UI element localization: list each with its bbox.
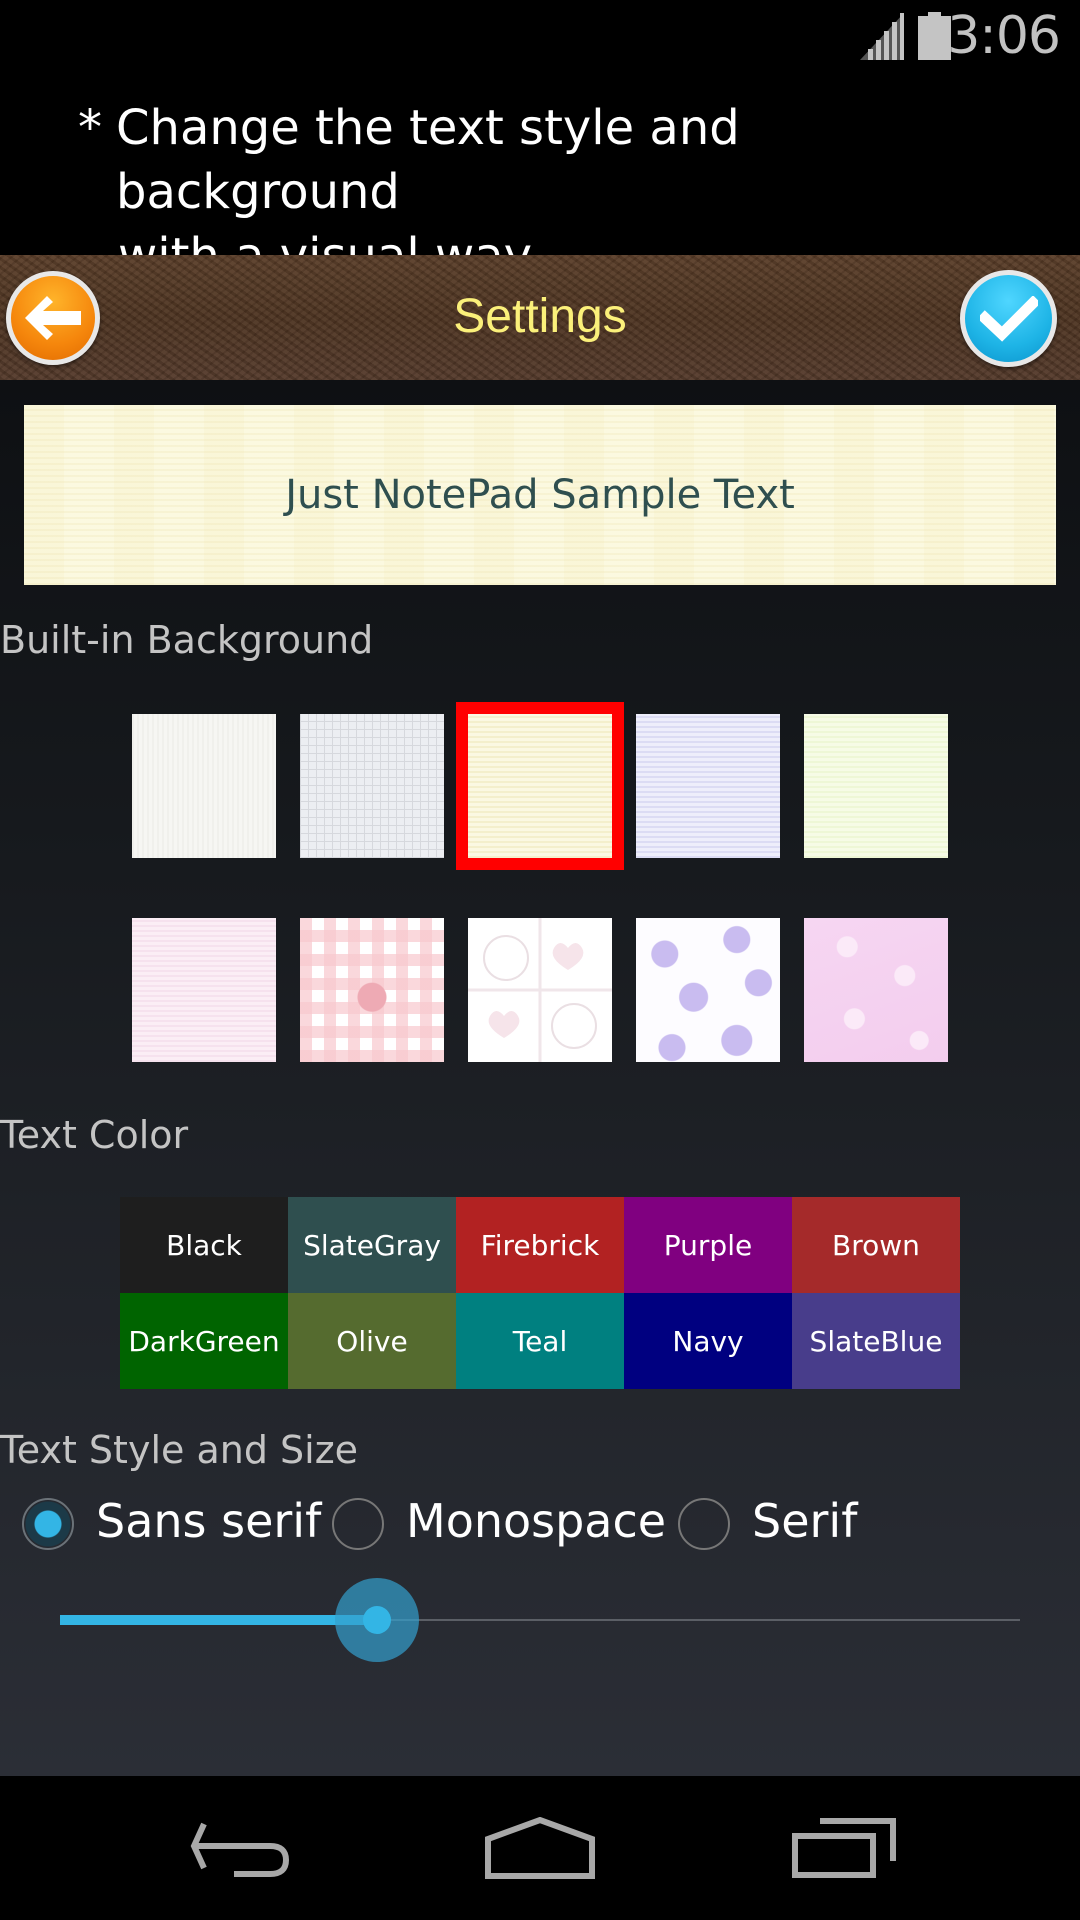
text-color-brown[interactable]: Brown — [792, 1197, 960, 1293]
signal-icon — [860, 13, 904, 60]
background-swatch-pink-sakura[interactable] — [804, 918, 948, 1062]
nav-recents-button[interactable] — [774, 1806, 914, 1890]
slider-fill — [60, 1615, 377, 1625]
caption-line-1: Change the text style and background — [116, 100, 740, 220]
radio-sans-serif[interactable] — [22, 1498, 74, 1550]
nav-back-button[interactable] — [170, 1806, 310, 1890]
preview-text: Just NotePad Sample Text — [285, 472, 795, 518]
radio-label-serif[interactable]: Serif — [752, 1494, 857, 1548]
background-swatch-purple-flowers[interactable] — [636, 918, 780, 1062]
background-swatch-bear-hearts[interactable] — [468, 918, 612, 1062]
system-nav-bar — [0, 1776, 1080, 1920]
text-color-navy[interactable]: Navy — [624, 1293, 792, 1389]
radio-label-sans-serif[interactable]: Sans serif — [96, 1494, 321, 1548]
background-swatch-light-green-paper[interactable] — [804, 714, 948, 858]
text-color-black[interactable]: Black — [120, 1197, 288, 1293]
radio-serif[interactable] — [678, 1498, 730, 1550]
battery-icon — [918, 12, 951, 60]
settings-content: Just NotePad Sample Text Built-in Backgr… — [0, 380, 1080, 1776]
bear-pattern-icon — [483, 935, 597, 1049]
text-color-slateblue[interactable]: SlateBlue — [792, 1293, 960, 1389]
app-header: Settings — [0, 255, 1080, 380]
background-section-label: Built-in Background — [0, 618, 374, 662]
text-color-slategray[interactable]: SlateGray — [288, 1197, 456, 1293]
preview-panel: Just NotePad Sample Text — [24, 405, 1056, 585]
recents-icon — [792, 1818, 896, 1878]
radio-monospace[interactable] — [332, 1498, 384, 1550]
background-swatch-gray-grid[interactable] — [300, 714, 444, 858]
caption-bullet: * — [78, 100, 102, 156]
text-color-olive[interactable]: Olive — [288, 1293, 456, 1389]
background-swatch-white-paper[interactable] — [132, 714, 276, 858]
confirm-button[interactable] — [960, 270, 1057, 367]
home-icon — [485, 1817, 595, 1879]
background-swatch-cream-paper[interactable] — [468, 714, 612, 858]
checkmark-icon — [979, 295, 1038, 342]
radio-label-monospace[interactable]: Monospace — [406, 1494, 666, 1548]
text-color-firebrick[interactable]: Firebrick — [456, 1197, 624, 1293]
text-color-purple[interactable]: Purple — [624, 1197, 792, 1293]
text-style-section-label: Text Style and Size — [0, 1428, 359, 1472]
background-swatch-pink-paper[interactable] — [132, 918, 276, 1062]
text-color-darkgreen[interactable]: DarkGreen — [120, 1293, 288, 1389]
status-time: 3:06 — [947, 6, 1061, 66]
nav-home-button[interactable] — [470, 1806, 610, 1890]
page-title: Settings — [453, 290, 627, 343]
status-bar: 3:06 — [0, 0, 1080, 75]
back-icon — [190, 1822, 290, 1877]
slider-thumb[interactable] — [363, 1606, 391, 1634]
text-size-slider[interactable] — [60, 1578, 1020, 1662]
text-color-teal[interactable]: Teal — [456, 1293, 624, 1389]
background-swatch-pink-gingham-flower[interactable] — [300, 918, 444, 1062]
text-color-section-label: Text Color — [0, 1113, 189, 1157]
background-swatch-lavender-paper[interactable] — [636, 714, 780, 858]
